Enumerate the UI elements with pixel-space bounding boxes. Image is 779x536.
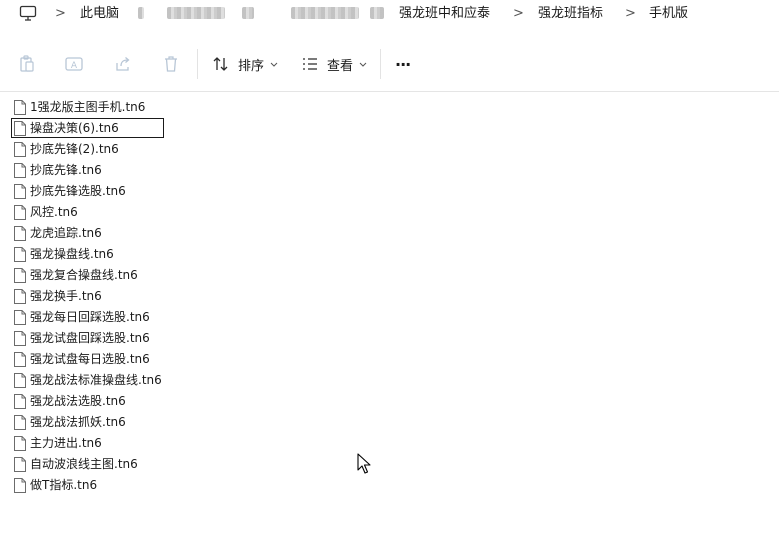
file-name: 强龙复合操盘线.tn6 <box>30 268 138 282</box>
file-icon <box>14 120 26 136</box>
toolbar-divider <box>197 49 198 79</box>
file-name: 强龙每日回踩选股.tn6 <box>30 310 150 324</box>
file-icon <box>14 268 26 283</box>
file-name: 操盘决策(6).tn6 <box>30 120 119 135</box>
file-icon <box>14 373 26 388</box>
file-item[interactable]: 强龙每日回踩选股.tn6 <box>12 307 150 328</box>
file-icon <box>14 352 26 367</box>
file-item[interactable]: 强龙操盘线.tn6 <box>12 244 114 265</box>
view-button[interactable]: 查看 <box>301 53 368 75</box>
chevron-down-icon <box>270 62 278 67</box>
file-icon <box>14 205 26 220</box>
sort-button[interactable]: 排序 <box>212 53 279 75</box>
rename-icon[interactable]: A <box>64 54 84 74</box>
redacted-text <box>167 7 225 19</box>
chevron-down-icon <box>359 62 367 67</box>
file-name: 自动波浪线主图.tn6 <box>30 457 138 471</box>
file-item[interactable]: 强龙试盘回踩选股.tn6 <box>12 328 150 349</box>
file-icon <box>14 163 26 178</box>
file-item[interactable]: 强龙试盘每日选股.tn6 <box>12 349 150 370</box>
chevron-right-icon: > <box>625 6 636 21</box>
file-item[interactable]: 做T指标.tn6 <box>12 475 97 496</box>
file-icon <box>14 436 26 451</box>
sort-label: 排序 <box>238 58 265 74</box>
file-item[interactable]: 1强龙版主图手机.tn6 <box>12 97 145 118</box>
file-name: 强龙战法标准操盘线.tn6 <box>30 373 162 387</box>
file-icon <box>14 478 26 493</box>
file-name: 1强龙版主图手机.tn6 <box>30 100 146 114</box>
more-icon: ··· <box>395 54 411 74</box>
redacted-text <box>242 7 254 19</box>
file-name: 主力进出.tn6 <box>30 436 102 450</box>
file-icon <box>14 331 26 346</box>
file-name: 强龙战法选股.tn6 <box>30 394 126 408</box>
chevron-right-icon: > <box>513 6 524 21</box>
file-name: 强龙试盘回踩选股.tn6 <box>30 331 150 345</box>
view-icon <box>303 58 317 70</box>
file-icon <box>14 142 26 157</box>
file-name: 强龙操盘线.tn6 <box>30 247 114 261</box>
sort-icon <box>213 57 228 71</box>
breadcrumb-item-folder[interactable]: 强龙班中和应泰 <box>399 5 490 22</box>
file-item[interactable]: 抄底先锋.tn6 <box>12 160 102 181</box>
redacted-text <box>291 7 359 19</box>
file-item[interactable]: 主力进出.tn6 <box>12 433 102 454</box>
file-icon <box>14 457 26 472</box>
mouse-cursor-icon <box>357 453 371 474</box>
file-icon <box>14 100 26 115</box>
file-name: 强龙战法抓妖.tn6 <box>30 415 126 429</box>
file-item[interactable]: 风控.tn6 <box>12 202 78 223</box>
file-name: 抄底先锋.tn6 <box>30 163 102 177</box>
file-name: 龙虎追踪.tn6 <box>30 226 102 240</box>
file-item[interactable]: 强龙战法标准操盘线.tn6 <box>12 370 162 391</box>
svg-text:A: A <box>71 61 78 71</box>
breadcrumb-item-this-pc[interactable]: 此电脑 <box>80 5 119 22</box>
file-name: 强龙换手.tn6 <box>30 289 102 303</box>
breadcrumb-item-folder[interactable]: 强龙班指标 <box>538 5 603 22</box>
breadcrumb-item-current[interactable]: 手机版 <box>649 5 688 22</box>
redacted-text <box>370 7 384 19</box>
file-icon <box>14 310 26 325</box>
file-name: 抄底先锋选股.tn6 <box>30 184 126 198</box>
file-item[interactable]: 强龙战法抓妖.tn6 <box>12 412 126 433</box>
share-icon[interactable] <box>113 54 133 74</box>
file-item[interactable]: 龙虎追踪.tn6 <box>12 223 102 244</box>
file-name: 强龙试盘每日选股.tn6 <box>30 352 150 366</box>
file-item[interactable]: 自动波浪线主图.tn6 <box>12 454 138 475</box>
file-icon <box>14 415 26 430</box>
file-icon <box>14 247 26 262</box>
file-icon <box>14 394 26 409</box>
file-icon <box>14 184 26 199</box>
file-item[interactable]: 强龙复合操盘线.tn6 <box>12 265 138 286</box>
this-pc-icon[interactable] <box>19 5 37 22</box>
paste-icon[interactable] <box>17 54 37 74</box>
more-options-button[interactable]: ··· <box>395 53 411 75</box>
view-label: 查看 <box>327 58 354 74</box>
toolbar-divider <box>380 49 381 79</box>
file-name: 风控.tn6 <box>30 205 78 219</box>
file-item[interactable]: 强龙换手.tn6 <box>12 286 102 307</box>
file-item[interactable]: 强龙战法选股.tn6 <box>12 391 126 412</box>
file-name: 抄底先锋(2).tn6 <box>30 142 119 156</box>
file-item[interactable]: 抄底先锋(2).tn6 <box>12 139 119 160</box>
breadcrumb[interactable]: > 此电脑 强龙班中和应泰 > 强龙班指标 > 手机版 <box>0 0 779 28</box>
file-icon <box>14 289 26 304</box>
file-item-selected[interactable]: 操盘决策(6).tn6 <box>11 118 164 138</box>
file-name: 做T指标.tn6 <box>30 478 98 492</box>
redacted-text <box>138 7 144 19</box>
file-icon <box>14 226 26 241</box>
chevron-right-icon: > <box>55 6 66 21</box>
command-bar: A 排序 查看 ··· <box>0 37 779 92</box>
delete-icon[interactable] <box>161 54 181 74</box>
file-item[interactable]: 抄底先锋选股.tn6 <box>12 181 126 202</box>
